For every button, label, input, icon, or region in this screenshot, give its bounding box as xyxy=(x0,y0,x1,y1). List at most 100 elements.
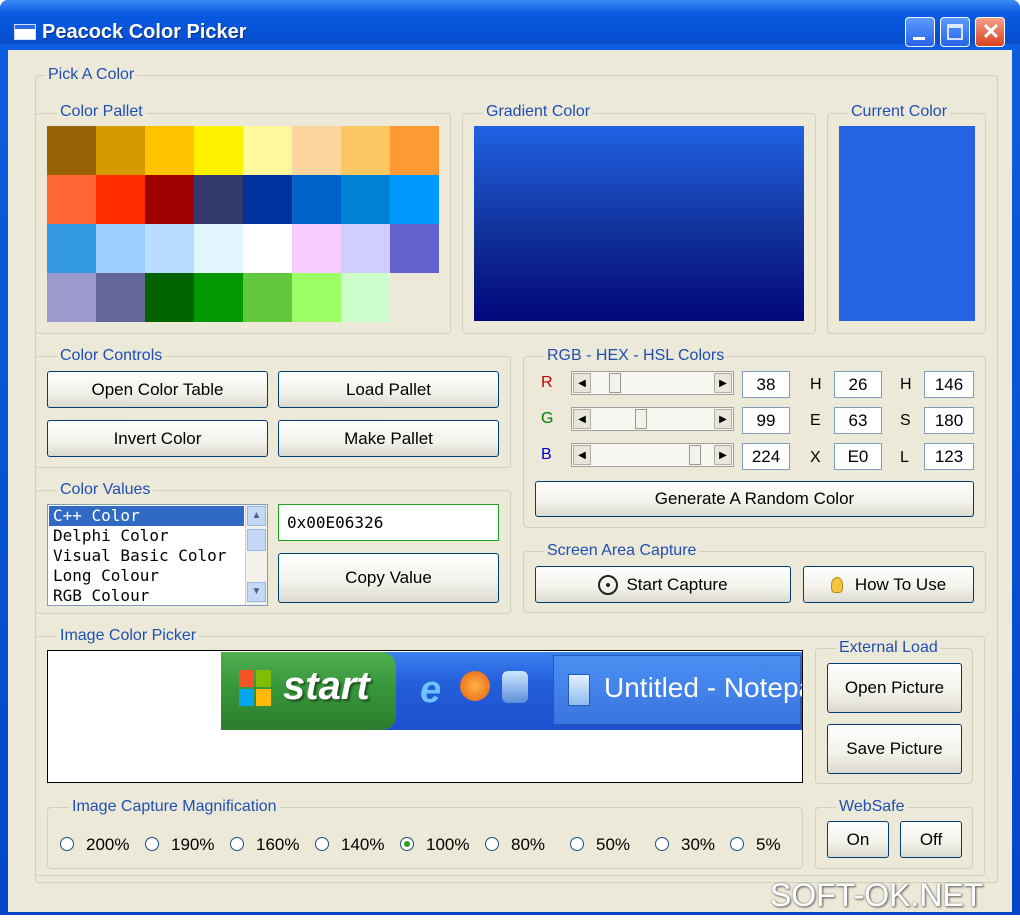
palette-swatch[interactable] xyxy=(96,224,145,273)
blue-slider[interactable]: ◀ ▶ xyxy=(571,443,734,467)
color-format-list-item[interactable]: RGB Colour xyxy=(49,586,244,605)
scroll-down-arrow-icon[interactable]: ▼ xyxy=(247,582,266,602)
radio-button[interactable] xyxy=(730,837,744,851)
palette-swatch[interactable] xyxy=(96,175,145,224)
radio-button[interactable] xyxy=(145,837,159,851)
palette-swatch[interactable] xyxy=(390,224,439,273)
make-pallet-button[interactable]: Make Pallet xyxy=(278,420,499,457)
palette-swatch[interactable] xyxy=(145,273,194,322)
radio-button[interactable] xyxy=(570,837,584,851)
palette-swatch[interactable] xyxy=(47,273,96,322)
radio-button[interactable] xyxy=(485,837,499,851)
close-button[interactable]: ✕ xyxy=(975,17,1005,47)
radio-button[interactable] xyxy=(315,837,329,851)
blue-slider-thumb[interactable] xyxy=(689,445,701,465)
green-slider-thumb[interactable] xyxy=(635,409,647,429)
slider-right-arrow-icon[interactable]: ▶ xyxy=(714,445,732,465)
hsl-saturation-field[interactable]: 180 xyxy=(924,407,974,434)
open-color-table-button[interactable]: Open Color Table xyxy=(47,371,268,408)
palette-swatch[interactable] xyxy=(194,224,243,273)
palette-swatch[interactable] xyxy=(145,224,194,273)
palette-swatch[interactable] xyxy=(243,273,292,322)
red-value-field[interactable]: 38 xyxy=(742,371,790,398)
palette-swatch[interactable] xyxy=(292,126,341,175)
copy-value-button[interactable]: Copy Value xyxy=(278,553,499,603)
green-slider[interactable]: ◀ ▶ xyxy=(571,407,734,431)
minimize-button[interactable] xyxy=(905,17,935,47)
palette-swatch[interactable] xyxy=(96,126,145,175)
slider-right-arrow-icon[interactable]: ▶ xyxy=(714,373,732,393)
magnification-option-label: 160% xyxy=(256,835,300,854)
invert-color-button[interactable]: Invert Color xyxy=(47,420,268,457)
radio-button[interactable] xyxy=(60,837,74,851)
image-capture-magnification-label: Image Capture Magnification xyxy=(69,798,280,816)
hsl-lightness-field[interactable]: 123 xyxy=(924,443,974,470)
hsl-hue-field[interactable]: 146 xyxy=(924,371,974,398)
palette-swatch[interactable] xyxy=(243,175,292,224)
rgb-hex-hsl-label: RGB - HEX - HSL Colors xyxy=(544,347,728,365)
pick-a-color-label: Pick A Color xyxy=(45,66,138,84)
palette-swatch[interactable] xyxy=(194,175,243,224)
palette-swatch[interactable] xyxy=(390,175,439,224)
slider-left-arrow-icon[interactable]: ◀ xyxy=(573,409,591,429)
websafe-off-button[interactable]: Off xyxy=(900,821,962,858)
color-controls-label: Color Controls xyxy=(57,347,166,365)
windows-logo-icon xyxy=(239,670,273,708)
radio-button[interactable] xyxy=(400,837,414,851)
palette-swatch[interactable] xyxy=(243,224,292,273)
load-pallet-button[interactable]: Load Pallet xyxy=(278,371,499,408)
start-capture-button[interactable]: Start Capture xyxy=(535,566,791,603)
palette-swatch[interactable] xyxy=(47,175,96,224)
green-value-field[interactable]: 99 xyxy=(742,407,790,434)
scroll-up-arrow-icon[interactable]: ▲ xyxy=(247,506,266,526)
palette-swatch[interactable] xyxy=(96,273,145,322)
gradient-color-swatch[interactable] xyxy=(474,126,804,321)
hex-blue-field[interactable]: E0 xyxy=(834,443,882,470)
color-values-label: Color Values xyxy=(57,481,154,499)
save-picture-button[interactable]: Save Picture xyxy=(827,724,962,774)
scroll-thumb[interactable] xyxy=(247,529,266,551)
palette-swatch[interactable] xyxy=(390,126,439,175)
magnification-option-label: 80% xyxy=(511,835,546,854)
palette-swatch[interactable] xyxy=(341,224,390,273)
red-slider[interactable]: ◀ ▶ xyxy=(571,371,734,395)
palette-swatch[interactable] xyxy=(341,175,390,224)
slider-left-arrow-icon[interactable]: ◀ xyxy=(573,445,591,465)
maximize-button[interactable] xyxy=(940,17,970,47)
hex-red-field[interactable]: 26 xyxy=(834,371,882,398)
color-format-list-item[interactable]: Visual Basic Color xyxy=(49,546,244,566)
palette-swatch[interactable] xyxy=(341,126,390,175)
palette-swatch[interactable] xyxy=(145,126,194,175)
palette-swatch[interactable] xyxy=(292,224,341,273)
palette-swatch[interactable] xyxy=(145,175,194,224)
blue-value-field[interactable]: 224 xyxy=(742,443,790,470)
red-slider-thumb[interactable] xyxy=(609,373,621,393)
hex-green-field[interactable]: 63 xyxy=(834,407,882,434)
slider-left-arrow-icon[interactable]: ◀ xyxy=(573,373,591,393)
color-format-list-item[interactable]: C++ Color xyxy=(49,506,244,526)
palette-swatch[interactable] xyxy=(194,126,243,175)
palette-swatch[interactable] xyxy=(292,273,341,322)
how-to-use-button[interactable]: How To Use xyxy=(803,566,974,603)
color-value-field[interactable]: 0x00E06326 xyxy=(278,504,499,541)
captured-image-canvas[interactable]: start e Untitled - Notepad xyxy=(47,650,803,783)
color-format-list-item[interactable]: Delphi Color xyxy=(49,526,244,546)
palette-swatch[interactable] xyxy=(243,126,292,175)
palette-swatch[interactable] xyxy=(292,175,341,224)
title-bar[interactable]: Peacock Color Picker ✕ xyxy=(0,0,1020,47)
radio-button[interactable] xyxy=(655,837,669,851)
generate-random-color-button[interactable]: Generate A Random Color xyxy=(535,481,974,517)
palette-swatch[interactable] xyxy=(194,273,243,322)
color-format-list-item[interactable]: Long Colour xyxy=(49,566,244,586)
websafe-on-button[interactable]: On xyxy=(827,821,889,858)
radio-button[interactable] xyxy=(230,837,244,851)
minimize-icon xyxy=(913,37,925,40)
magnification-option-label: 5% xyxy=(756,835,781,854)
open-picture-button[interactable]: Open Picture xyxy=(827,663,962,713)
slider-right-arrow-icon[interactable]: ▶ xyxy=(714,409,732,429)
palette-swatch[interactable] xyxy=(341,273,390,322)
palette-swatch[interactable] xyxy=(47,126,96,175)
palette-swatch[interactable] xyxy=(47,224,96,273)
color-format-listbox[interactable]: C++ Color Delphi Color Visual Basic Color L… xyxy=(47,504,268,606)
listbox-scrollbar[interactable]: ▲ ▼ xyxy=(245,505,267,605)
